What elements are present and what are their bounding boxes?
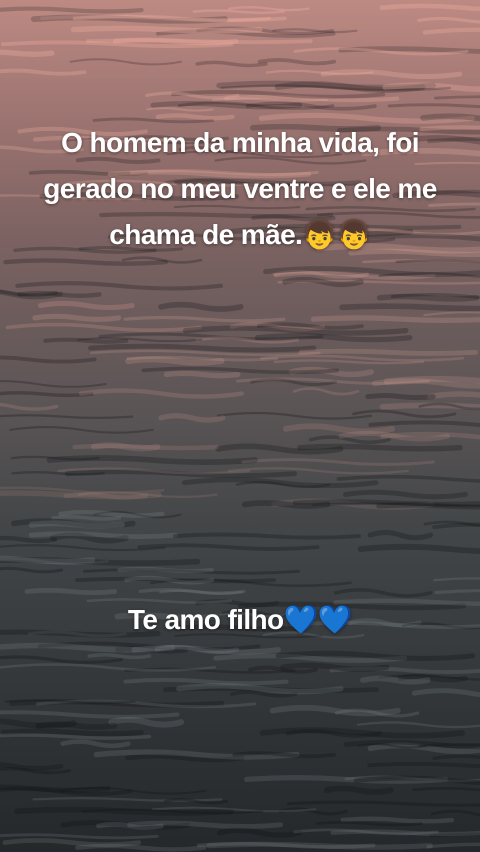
story-caption-top: O homem da minha vida, foi gerado no meu… [0,120,480,258]
water-ripple [241,500,331,509]
water-ripple [280,662,390,672]
water-ripple [339,303,480,312]
water-ripple [24,587,118,596]
water-ripple [430,809,480,817]
water-ripple [0,655,123,664]
water-ripple [32,313,122,322]
water-ripple [412,786,480,792]
water-ripple [376,293,480,302]
water-ripple [87,652,152,660]
water-ripple [367,761,480,769]
water-ripple [367,529,434,541]
water-ripple [155,113,235,121]
water-ripple [0,555,96,565]
water-ripple [411,688,480,698]
water-ripple [330,829,480,837]
water-ripple [432,522,480,530]
water-ripple [91,442,161,452]
caption-line-1: O homem da minha vida, foi [61,127,419,158]
water-ripple [433,577,480,582]
water-ripple [138,588,246,595]
water-ripple [357,543,480,554]
water-ripple [117,566,214,574]
water-ripple [426,842,480,849]
water-ripple [286,800,480,807]
water-ripple [0,49,55,57]
water-ripple [356,721,480,729]
caption-line-3: chama de mãe.👦👦 [109,219,371,250]
water-ripple [340,816,454,824]
water-ripple [310,315,480,324]
water-ripple [163,370,241,379]
water-ripple [298,348,479,356]
water-ripple [216,827,303,838]
water-ripple [0,710,180,719]
story-caption-bottom: Te amo filho💙💙 [127,604,353,635]
water-ripple [334,588,433,598]
water-ripple [28,520,125,529]
water-ripple [60,739,131,749]
water-ripple [365,393,436,401]
water-ripple [434,588,480,595]
water-ripple [0,535,58,544]
water-ripple [108,716,185,728]
water-ripple [376,502,480,510]
water-ripple [137,543,320,551]
water-ripple [323,785,394,795]
water-ripple [35,721,118,730]
story-frame[interactable]: O homem da minha vida, foi gerado no meu… [0,0,480,852]
water-ripple [172,532,361,540]
water-ripple [432,754,480,761]
water-ripple [51,515,122,521]
water-ripple [297,443,463,452]
water-ripple [2,838,142,848]
water-ripple [86,38,313,45]
water-ripple [125,356,225,366]
water-ripple [0,663,217,672]
caption-line-2: gerado no meu ventre e ele me [43,173,437,204]
water-ripple [28,531,178,540]
water-ripple [0,566,64,574]
water-ripple [123,677,289,686]
water-ripple [360,675,431,685]
water-ripple [70,25,263,34]
water-ripple [124,575,215,585]
water-ripple [0,833,159,840]
